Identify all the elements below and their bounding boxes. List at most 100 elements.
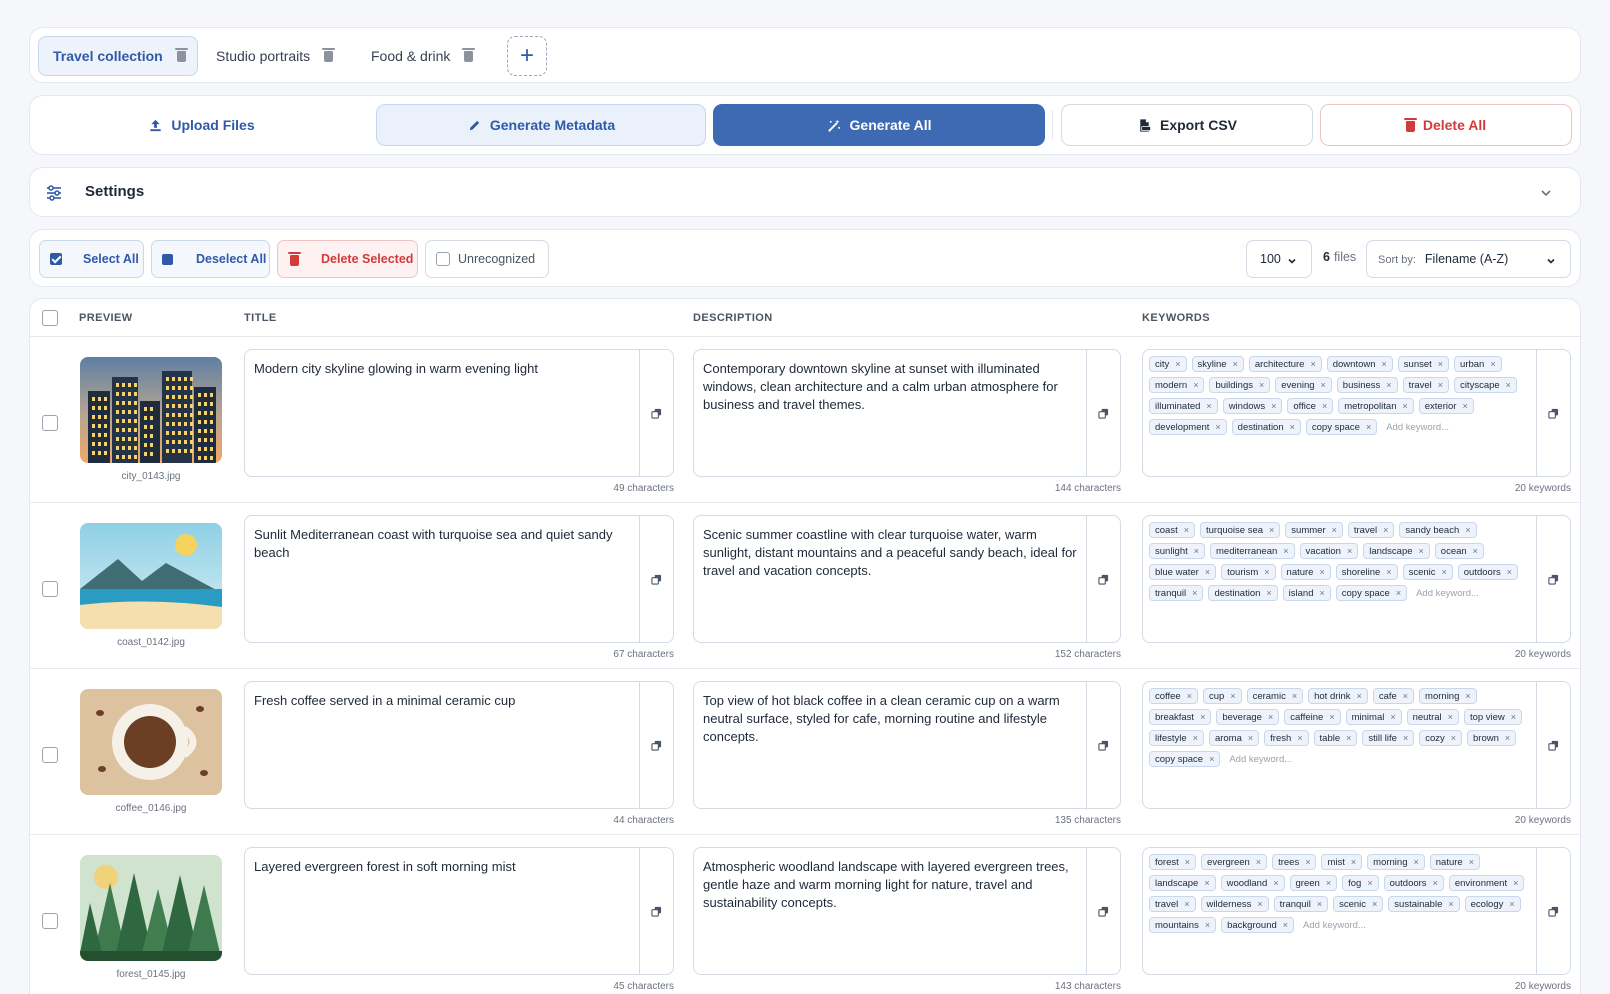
preview-image[interactable]	[80, 523, 222, 629]
keyword-chip[interactable]: environment ×	[1448, 875, 1525, 891]
tab-travel-collection[interactable]: Travel collection	[38, 36, 198, 76]
remove-keyword-icon[interactable]: ×	[1513, 878, 1518, 888]
remove-keyword-icon[interactable]: ×	[1469, 857, 1474, 867]
generate-metadata-button[interactable]: Generate Metadata	[376, 104, 706, 146]
remove-keyword-icon[interactable]: ×	[1187, 691, 1192, 701]
keyword-chip[interactable]: mediterranean ×	[1210, 543, 1295, 559]
keyword-chip[interactable]: mist ×	[1321, 854, 1363, 870]
keyword-chip[interactable]: tourism ×	[1221, 564, 1276, 580]
copy-keywords-button[interactable]	[1536, 682, 1570, 808]
remove-keyword-icon[interactable]: ×	[1346, 733, 1351, 743]
keyword-chip[interactable]: aroma ×	[1208, 730, 1260, 746]
generate-all-button[interactable]: Generate All	[713, 104, 1045, 146]
keyword-chip[interactable]: urban ×	[1454, 356, 1502, 372]
remove-keyword-icon[interactable]: ×	[1292, 691, 1297, 701]
description-field[interactable]: Top view of hot black coffee in a clean …	[693, 681, 1121, 809]
trash-icon[interactable]	[462, 47, 476, 62]
remove-keyword-icon[interactable]: ×	[1271, 401, 1276, 411]
keyword-chip[interactable]: illuminated ×	[1149, 398, 1218, 414]
remove-keyword-icon[interactable]: ×	[1366, 422, 1371, 432]
keyword-chip[interactable]: metropolitan ×	[1338, 398, 1414, 414]
settings-panel-header[interactable]: Settings	[29, 167, 1581, 217]
keyword-chip[interactable]: scenic ×	[1402, 564, 1453, 580]
keyword-chip[interactable]: business ×	[1336, 377, 1398, 393]
upload-files-button[interactable]: Upload Files	[40, 104, 363, 146]
keyword-chip[interactable]: destination ×	[1231, 419, 1301, 435]
copy-title-button[interactable]	[639, 848, 673, 974]
keyword-chip[interactable]: sunset ×	[1397, 356, 1450, 372]
copy-keywords-button[interactable]	[1536, 350, 1570, 476]
title-text[interactable]: Modern city skyline glowing in warm even…	[254, 360, 634, 378]
remove-keyword-icon[interactable]: ×	[1433, 878, 1438, 888]
keywords-field[interactable]: coast × turquoise sea × summer × travel × sandy …	[1142, 515, 1571, 643]
row-checkbox[interactable]	[42, 913, 58, 929]
remove-keyword-icon[interactable]: ×	[1184, 899, 1189, 909]
copy-title-button[interactable]	[639, 682, 673, 808]
keyword-chip[interactable]: coffee ×	[1149, 688, 1198, 704]
remove-keyword-icon[interactable]: ×	[1402, 401, 1407, 411]
remove-keyword-icon[interactable]: ×	[1264, 567, 1269, 577]
keyword-chip[interactable]: neutral ×	[1406, 709, 1459, 725]
keyword-chip[interactable]: outdoors ×	[1457, 564, 1519, 580]
remove-keyword-icon[interactable]: ×	[1204, 878, 1209, 888]
remove-keyword-icon[interactable]: ×	[1290, 422, 1295, 432]
keyword-chip[interactable]: architecture ×	[1248, 356, 1322, 372]
keyword-chip[interactable]: landscape ×	[1363, 543, 1430, 559]
keyword-chip[interactable]: modern ×	[1149, 377, 1205, 393]
remove-keyword-icon[interactable]: ×	[1206, 401, 1211, 411]
keyword-chip[interactable]: summer ×	[1285, 522, 1343, 538]
copy-description-button[interactable]	[1086, 848, 1120, 974]
remove-keyword-icon[interactable]: ×	[1259, 380, 1264, 390]
row-checkbox[interactable]	[42, 747, 58, 763]
remove-keyword-icon[interactable]: ×	[1462, 401, 1467, 411]
preview-image[interactable]	[80, 855, 222, 961]
trash-icon[interactable]	[174, 47, 188, 62]
copy-description-button[interactable]	[1086, 682, 1120, 808]
keyword-chip[interactable]: tranquil ×	[1149, 585, 1204, 601]
keyword-chip[interactable]: travel ×	[1347, 522, 1395, 538]
description-text[interactable]: Scenic summer coastline with clear turqu…	[703, 526, 1088, 580]
title-field[interactable]: Fresh coffee served in a minimal ceramic…	[244, 681, 674, 809]
keyword-chip[interactable]: wilderness ×	[1200, 896, 1269, 912]
copy-keywords-button[interactable]	[1536, 848, 1570, 974]
delete-all-button[interactable]: Delete All	[1320, 104, 1572, 146]
keyword-chip[interactable]: trees ×	[1272, 854, 1317, 870]
add-tab-button[interactable]: +	[507, 36, 547, 76]
sort-select[interactable]: Sort by: Filename (A-Z)	[1366, 240, 1571, 278]
remove-keyword-icon[interactable]: ×	[1215, 422, 1220, 432]
keyword-chip[interactable]: downtown ×	[1326, 356, 1393, 372]
keywords-field[interactable]: city × skyline × architecture × downtown × sunse…	[1142, 349, 1571, 477]
keyword-chip[interactable]: tranquil ×	[1273, 896, 1329, 912]
keyword-chip[interactable]: morning ×	[1367, 854, 1425, 870]
page-size-select[interactable]: 100	[1246, 240, 1312, 278]
keyword-chip[interactable]: still life ×	[1362, 730, 1415, 746]
keyword-chip[interactable]: forest ×	[1149, 854, 1197, 870]
remove-keyword-icon[interactable]: ×	[1329, 712, 1334, 722]
remove-keyword-icon[interactable]: ×	[1372, 899, 1377, 909]
keyword-chip[interactable]: travel ×	[1149, 896, 1196, 912]
keyword-chip[interactable]: windows ×	[1222, 398, 1283, 414]
keyword-chip[interactable]: evening ×	[1275, 377, 1332, 393]
description-text[interactable]: Contemporary downtown skyline at sunset …	[703, 360, 1088, 414]
keyword-chip[interactable]: sandy beach ×	[1399, 522, 1477, 538]
keyword-chip[interactable]: sustainable ×	[1388, 896, 1460, 912]
keyword-chip[interactable]: nature ×	[1429, 854, 1480, 870]
keyword-chip[interactable]: island ×	[1282, 585, 1331, 601]
remove-keyword-icon[interactable]: ×	[1193, 380, 1198, 390]
keyword-chip[interactable]: table ×	[1313, 730, 1358, 746]
keyword-chip[interactable]: nature ×	[1280, 564, 1331, 580]
keyword-chip[interactable]: evergreen ×	[1201, 854, 1268, 870]
remove-keyword-icon[interactable]: ×	[1192, 588, 1197, 598]
keyword-chip[interactable]: woodland ×	[1220, 875, 1285, 891]
remove-keyword-icon[interactable]: ×	[1321, 380, 1326, 390]
keywords-field[interactable]: coffee × cup × ceramic × hot drink × cafe × mornin…	[1142, 681, 1571, 809]
remove-keyword-icon[interactable]: ×	[1319, 567, 1324, 577]
row-checkbox[interactable]	[42, 581, 58, 597]
keyword-chip[interactable]: coast ×	[1149, 522, 1195, 538]
remove-keyword-icon[interactable]: ×	[1386, 380, 1391, 390]
row-checkbox[interactable]	[42, 415, 58, 431]
remove-keyword-icon[interactable]: ×	[1448, 899, 1453, 909]
keyword-chip[interactable]: outdoors ×	[1383, 875, 1444, 891]
keyword-chip[interactable]: fresh ×	[1264, 730, 1309, 746]
remove-keyword-icon[interactable]: ×	[1351, 857, 1356, 867]
